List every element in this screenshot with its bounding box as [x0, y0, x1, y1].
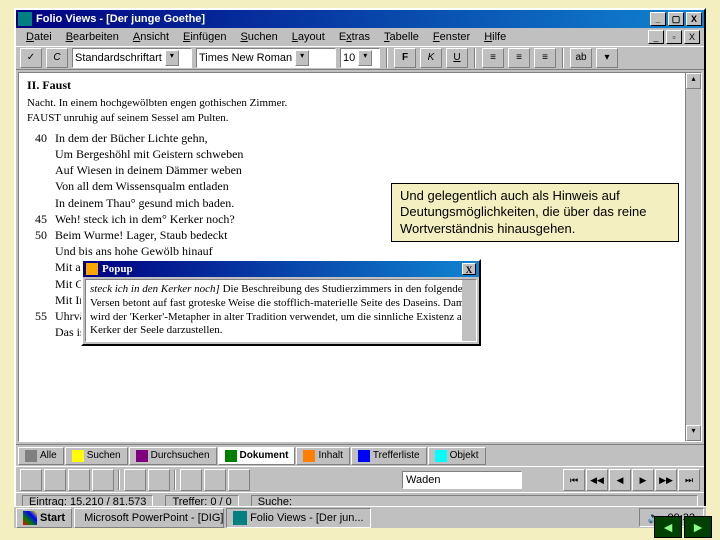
nav-fwd-button[interactable]: ▶ [632, 469, 654, 491]
slide-nav: ◄ ► [654, 516, 712, 538]
doc-minimize-button[interactable]: _ [648, 30, 664, 44]
size-combo[interactable]: 10▾ [340, 48, 380, 68]
underline-button[interactable]: U [446, 48, 468, 68]
annotation-overlay: Und gelegentlich auch als Hinweis auf De… [391, 183, 679, 242]
highlight-button[interactable]: ab [570, 48, 592, 68]
menu-ansicht[interactable]: Ansicht [127, 30, 175, 44]
tool-btn-2[interactable] [44, 469, 66, 491]
nav-back-button[interactable]: ◀ [609, 469, 631, 491]
tab-suchen[interactable]: Suchen [65, 447, 128, 465]
menu-extras[interactable]: Extras [333, 30, 376, 44]
menu-suchen[interactable]: Suchen [234, 30, 283, 44]
tool-btn-5[interactable] [124, 469, 146, 491]
doc-restore-button[interactable]: ▫ [666, 30, 682, 44]
align-right-button[interactable]: ≡ [534, 48, 556, 68]
taskbar-powerpoint[interactable]: Microsoft PowerPoint - [DIG] [74, 508, 224, 528]
menu-bearbeiten[interactable]: Bearbeiten [60, 30, 125, 44]
popup-body: steck ich in den Kerker noch] Die Beschr… [85, 279, 477, 342]
close-button[interactable]: X [686, 12, 702, 26]
doc-close-button[interactable]: X [684, 30, 700, 44]
titlebar[interactable]: Folio Views - [Der junge Goethe] _ ▢ X [16, 10, 704, 28]
menu-layout[interactable]: Layout [286, 30, 331, 44]
vertical-scrollbar[interactable]: ▴▾ [685, 73, 701, 441]
popup-close-button[interactable]: X [462, 263, 476, 275]
popup-titlebar[interactable]: Popup X [83, 261, 479, 277]
nav-next-button[interactable]: ▶▶ [655, 469, 677, 491]
tool-btn-1[interactable] [20, 469, 42, 491]
tool-btn-9[interactable] [228, 469, 250, 491]
font-combo[interactable]: Times New Roman▾ [196, 48, 336, 68]
bold-button[interactable]: F [394, 48, 416, 68]
nav-last-button[interactable]: ⏭ [678, 469, 700, 491]
popup-icon [86, 263, 98, 275]
tab-inhalt[interactable]: Inhalt [296, 447, 349, 465]
tab-objekt[interactable]: Objekt [428, 447, 486, 465]
menu-tabelle[interactable]: Tabelle [378, 30, 425, 44]
view-tabbar: Alle Suchen Durchsuchen Dokument Inhalt … [16, 444, 704, 466]
align-center-button[interactable]: ≡ [508, 48, 530, 68]
nav-first-button[interactable]: ⏮ [563, 469, 585, 491]
taskbar-folio[interactable]: Folio Views - [Der jun... [226, 508, 371, 528]
slide-next-button[interactable]: ► [684, 516, 712, 538]
minimize-button[interactable]: _ [650, 12, 666, 26]
tab-alle[interactable]: Alle [18, 447, 64, 465]
slide-prev-button[interactable]: ◄ [654, 516, 682, 538]
bottom-toolbar: Waden ⏮ ◀◀ ◀ ▶ ▶▶ ⏭ [16, 466, 704, 492]
windows-icon [23, 511, 37, 525]
menubar: Datei Bearbeiten Ansicht Einfügen Suchen… [16, 28, 704, 46]
tool-btn-7[interactable] [180, 469, 202, 491]
nav-prev-button[interactable]: ◀◀ [586, 469, 608, 491]
menu-datei[interactable]: Datei [20, 30, 58, 44]
bottom-field[interactable]: Waden [402, 471, 522, 489]
tab-dokument[interactable]: Dokument [218, 447, 296, 465]
align-left-button[interactable]: ≡ [482, 48, 504, 68]
tool-btn-8[interactable] [204, 469, 226, 491]
tool-btn-3[interactable] [68, 469, 90, 491]
tool-btn-6[interactable] [148, 469, 170, 491]
popup-title: Popup [102, 262, 133, 277]
tab-trefferliste[interactable]: Trefferliste [351, 447, 427, 465]
window-title: Folio Views - [Der junge Goethe] [36, 13, 205, 25]
main-window: Folio Views - [Der junge Goethe] _ ▢ X D… [14, 8, 706, 512]
app-icon [18, 12, 32, 26]
tool-btn-4[interactable] [92, 469, 114, 491]
maximize-button[interactable]: ▢ [668, 12, 684, 26]
menu-fenster[interactable]: Fenster [427, 30, 476, 44]
menu-einfuegen[interactable]: Einfügen [177, 30, 232, 44]
start-button[interactable]: Start [16, 508, 72, 528]
popup-window[interactable]: Popup X steck ich in den Kerker noch] Di… [81, 259, 481, 346]
document-area: II. FaustNacht. In einem hochgewölbten e… [18, 72, 702, 442]
hl-dd-button[interactable]: ▾ [596, 48, 618, 68]
menu-hilfe[interactable]: Hilfe [478, 30, 512, 44]
style-combo[interactable]: Standardschriftart▾ [72, 48, 192, 68]
taskbar: Start Microsoft PowerPoint - [DIG] Folio… [14, 506, 706, 528]
format-toolbar: ✓ C Standardschriftart▾ Times New Roman▾… [16, 46, 704, 70]
italic-button[interactable]: K [420, 48, 442, 68]
style-c-button[interactable]: C [46, 48, 68, 68]
popup-scrollbar[interactable] [462, 280, 476, 341]
style-a-button[interactable]: ✓ [20, 48, 42, 68]
tab-durchsuchen[interactable]: Durchsuchen [129, 447, 217, 465]
